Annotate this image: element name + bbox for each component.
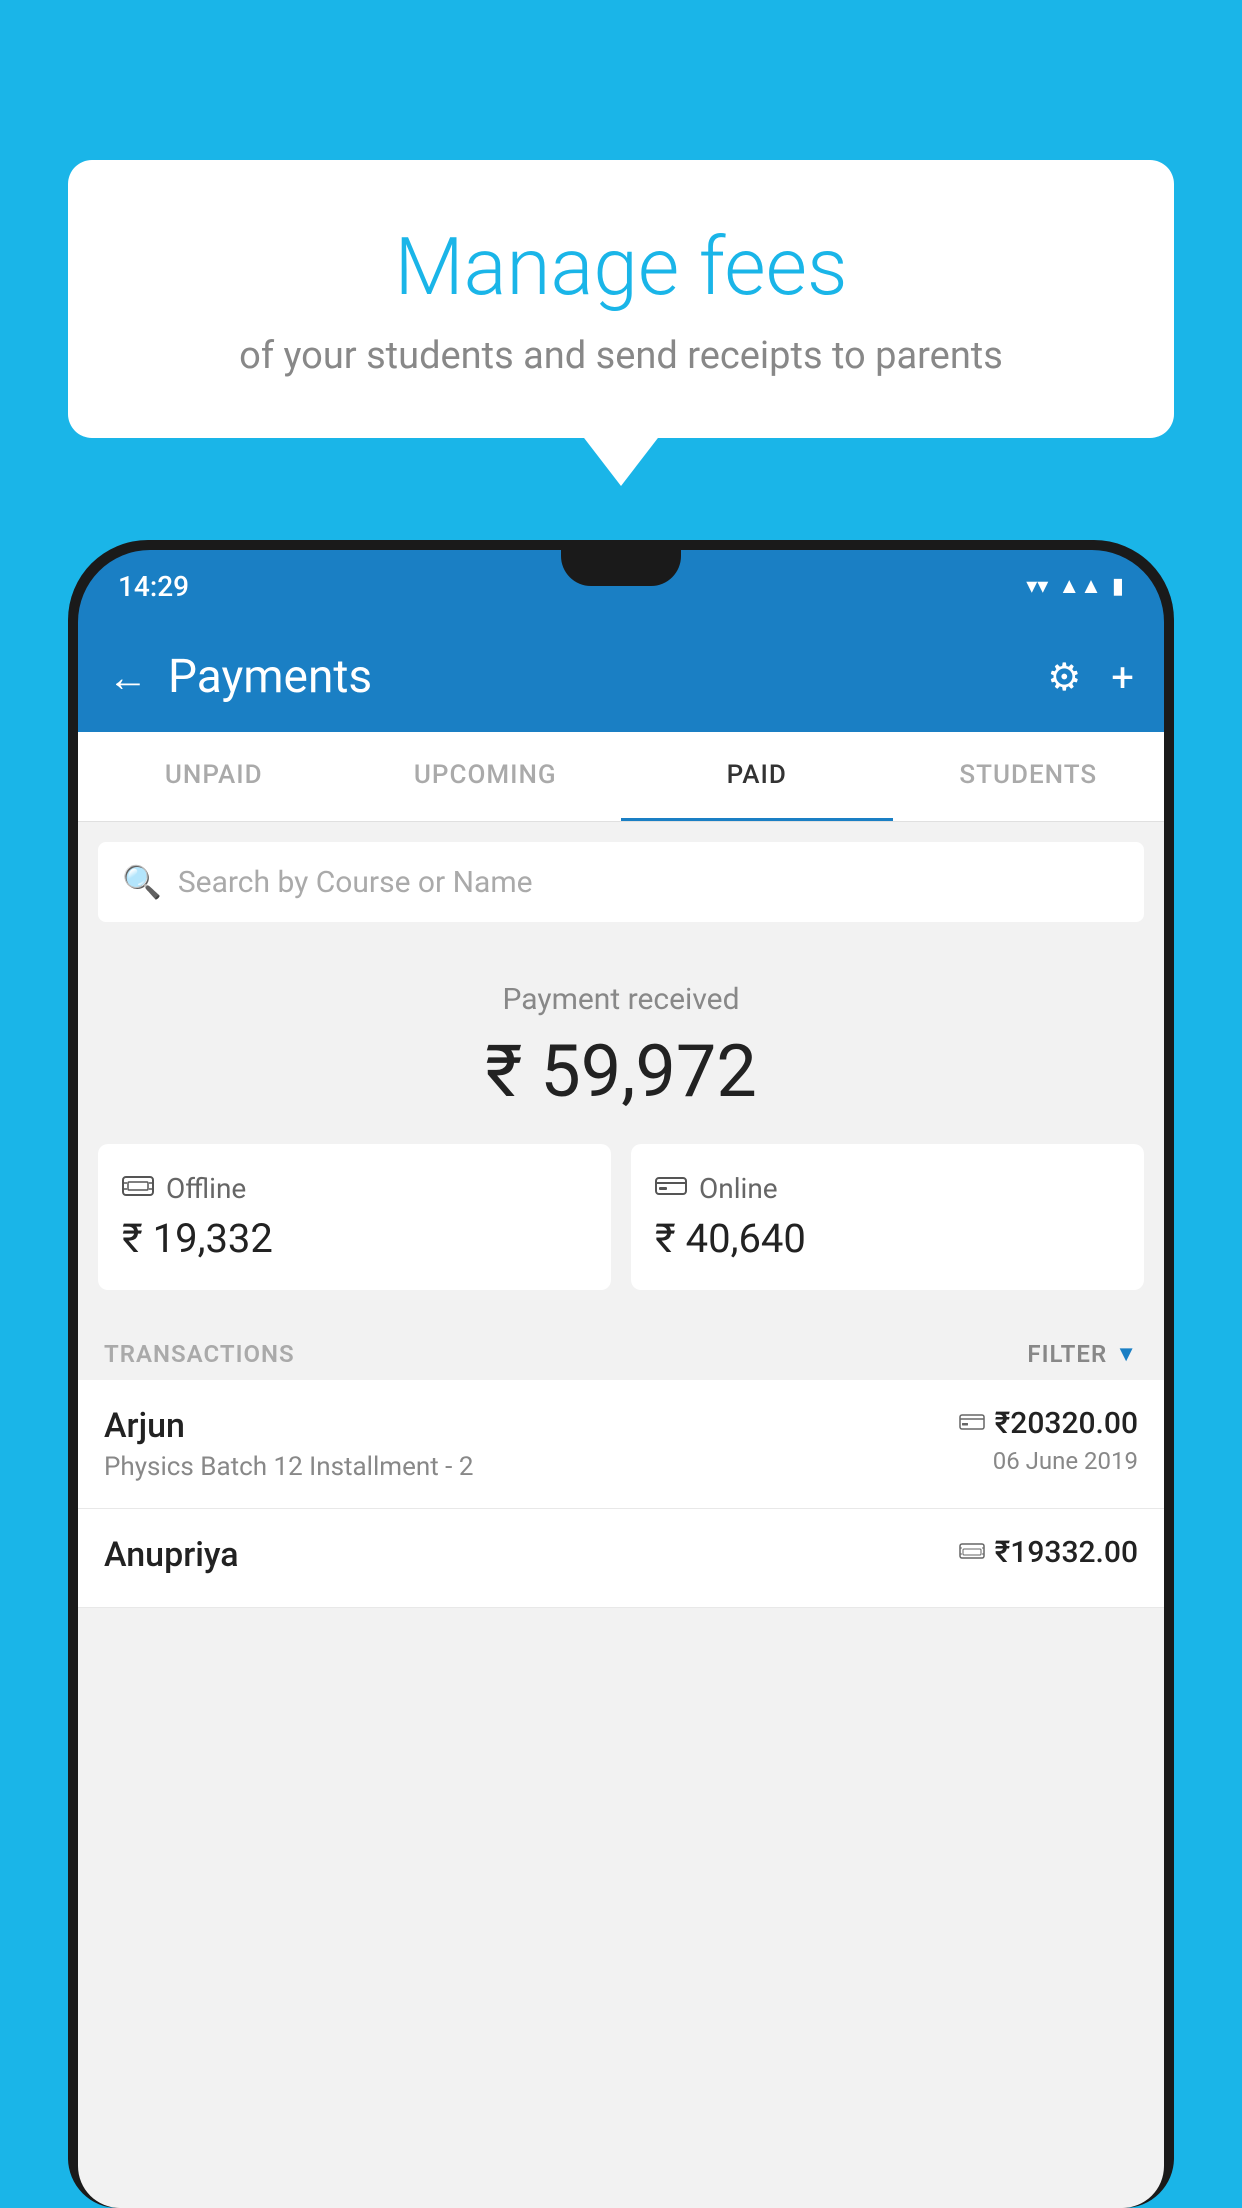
speech-bubble-container: Manage fees of your students and send re… [68, 160, 1174, 438]
app-bar-right: ⚙ + [1047, 654, 1134, 701]
transaction-course-arjun: Physics Batch 12 Installment - 2 [104, 1452, 959, 1482]
transaction-icon-arjun [959, 1410, 985, 1438]
transaction-name-anupriya: Anupriya [104, 1535, 959, 1575]
tab-unpaid[interactable]: UNPAID [78, 732, 350, 821]
payment-received: Payment received ₹ 59,972 [78, 942, 1164, 1144]
add-icon[interactable]: + [1111, 654, 1134, 701]
tab-upcoming[interactable]: UPCOMING [350, 732, 622, 821]
payment-received-label: Payment received [98, 982, 1144, 1017]
transaction-icon-anupriya [959, 1539, 985, 1567]
search-icon: 🔍 [122, 863, 162, 901]
signal-icon: ▲▲ [1058, 573, 1102, 599]
offline-amount: ₹ 19,332 [122, 1215, 587, 1262]
app-bar: ← Payments ⚙ + [78, 622, 1164, 732]
transaction-amount-anupriya: ₹19332.00 [995, 1535, 1138, 1570]
back-button[interactable]: ← [108, 654, 148, 701]
transaction-row-anupriya[interactable]: Anupriya [78, 1509, 1164, 1608]
phone-inner: 14:29 ▾▾ ▲▲ ▮ ← Payments ⚙ + [78, 550, 1164, 2208]
transaction-name-arjun: Arjun [104, 1406, 959, 1446]
transaction-right-arjun: ₹20320.00 06 June 2019 [959, 1406, 1138, 1475]
battery-icon: ▮ [1112, 574, 1124, 599]
tab-paid[interactable]: PAID [621, 732, 893, 821]
status-bar: 14:29 ▾▾ ▲▲ ▮ [78, 550, 1164, 622]
bubble-title: Manage fees [148, 220, 1094, 314]
status-icons: ▾▾ ▲▲ ▮ [1026, 573, 1124, 599]
bubble-subtitle: of your students and send receipts to pa… [148, 334, 1094, 378]
transaction-amount-arjun: ₹20320.00 [995, 1406, 1138, 1441]
app-bar-left: ← Payments [108, 650, 372, 704]
phone-frame: 14:29 ▾▾ ▲▲ ▮ ← Payments ⚙ + [68, 540, 1174, 2208]
speech-bubble: Manage fees of your students and send re… [68, 160, 1174, 438]
transaction-row-arjun[interactable]: Arjun Physics Batch 12 Installment - 2 [78, 1380, 1164, 1509]
transactions-header: TRANSACTIONS FILTER ▼ [78, 1320, 1164, 1380]
online-card-header: Online [655, 1172, 1120, 1205]
offline-label: Offline [166, 1172, 246, 1205]
transaction-amount-row-anupriya: ₹19332.00 [959, 1535, 1138, 1570]
status-time: 14:29 [118, 570, 189, 603]
search-bar[interactable]: 🔍 Search by Course or Name [98, 842, 1144, 922]
payment-received-amount: ₹ 59,972 [98, 1029, 1144, 1114]
online-icon [655, 1172, 687, 1205]
online-amount: ₹ 40,640 [655, 1215, 1120, 1262]
online-card: Online ₹ 40,640 [631, 1144, 1144, 1290]
transaction-left-arjun: Arjun Physics Batch 12 Installment - 2 [104, 1406, 959, 1482]
offline-icon [122, 1172, 154, 1205]
wifi-icon: ▾▾ [1026, 574, 1048, 599]
filter-button[interactable]: FILTER ▼ [1027, 1340, 1138, 1368]
transaction-left-anupriya: Anupriya [104, 1535, 959, 1581]
transaction-amount-row-arjun: ₹20320.00 [959, 1406, 1138, 1441]
payment-cards: Offline ₹ 19,332 [78, 1144, 1164, 1320]
transactions-label: TRANSACTIONS [104, 1340, 295, 1368]
tabs: UNPAID UPCOMING PAID STUDENTS [78, 732, 1164, 822]
transaction-date-arjun: 06 June 2019 [959, 1447, 1138, 1475]
offline-card: Offline ₹ 19,332 [98, 1144, 611, 1290]
tab-students[interactable]: STUDENTS [893, 732, 1165, 821]
filter-label: FILTER [1027, 1340, 1107, 1368]
settings-icon[interactable]: ⚙ [1047, 655, 1081, 700]
screen-content: 🔍 Search by Course or Name Payment recei… [78, 822, 1164, 2208]
app-bar-title: Payments [168, 650, 372, 704]
filter-icon: ▼ [1115, 1341, 1138, 1367]
search-placeholder: Search by Course or Name [178, 865, 533, 900]
transaction-right-anupriya: ₹19332.00 [959, 1535, 1138, 1576]
offline-card-header: Offline [122, 1172, 587, 1205]
online-label: Online [699, 1172, 778, 1205]
notch [561, 550, 681, 586]
